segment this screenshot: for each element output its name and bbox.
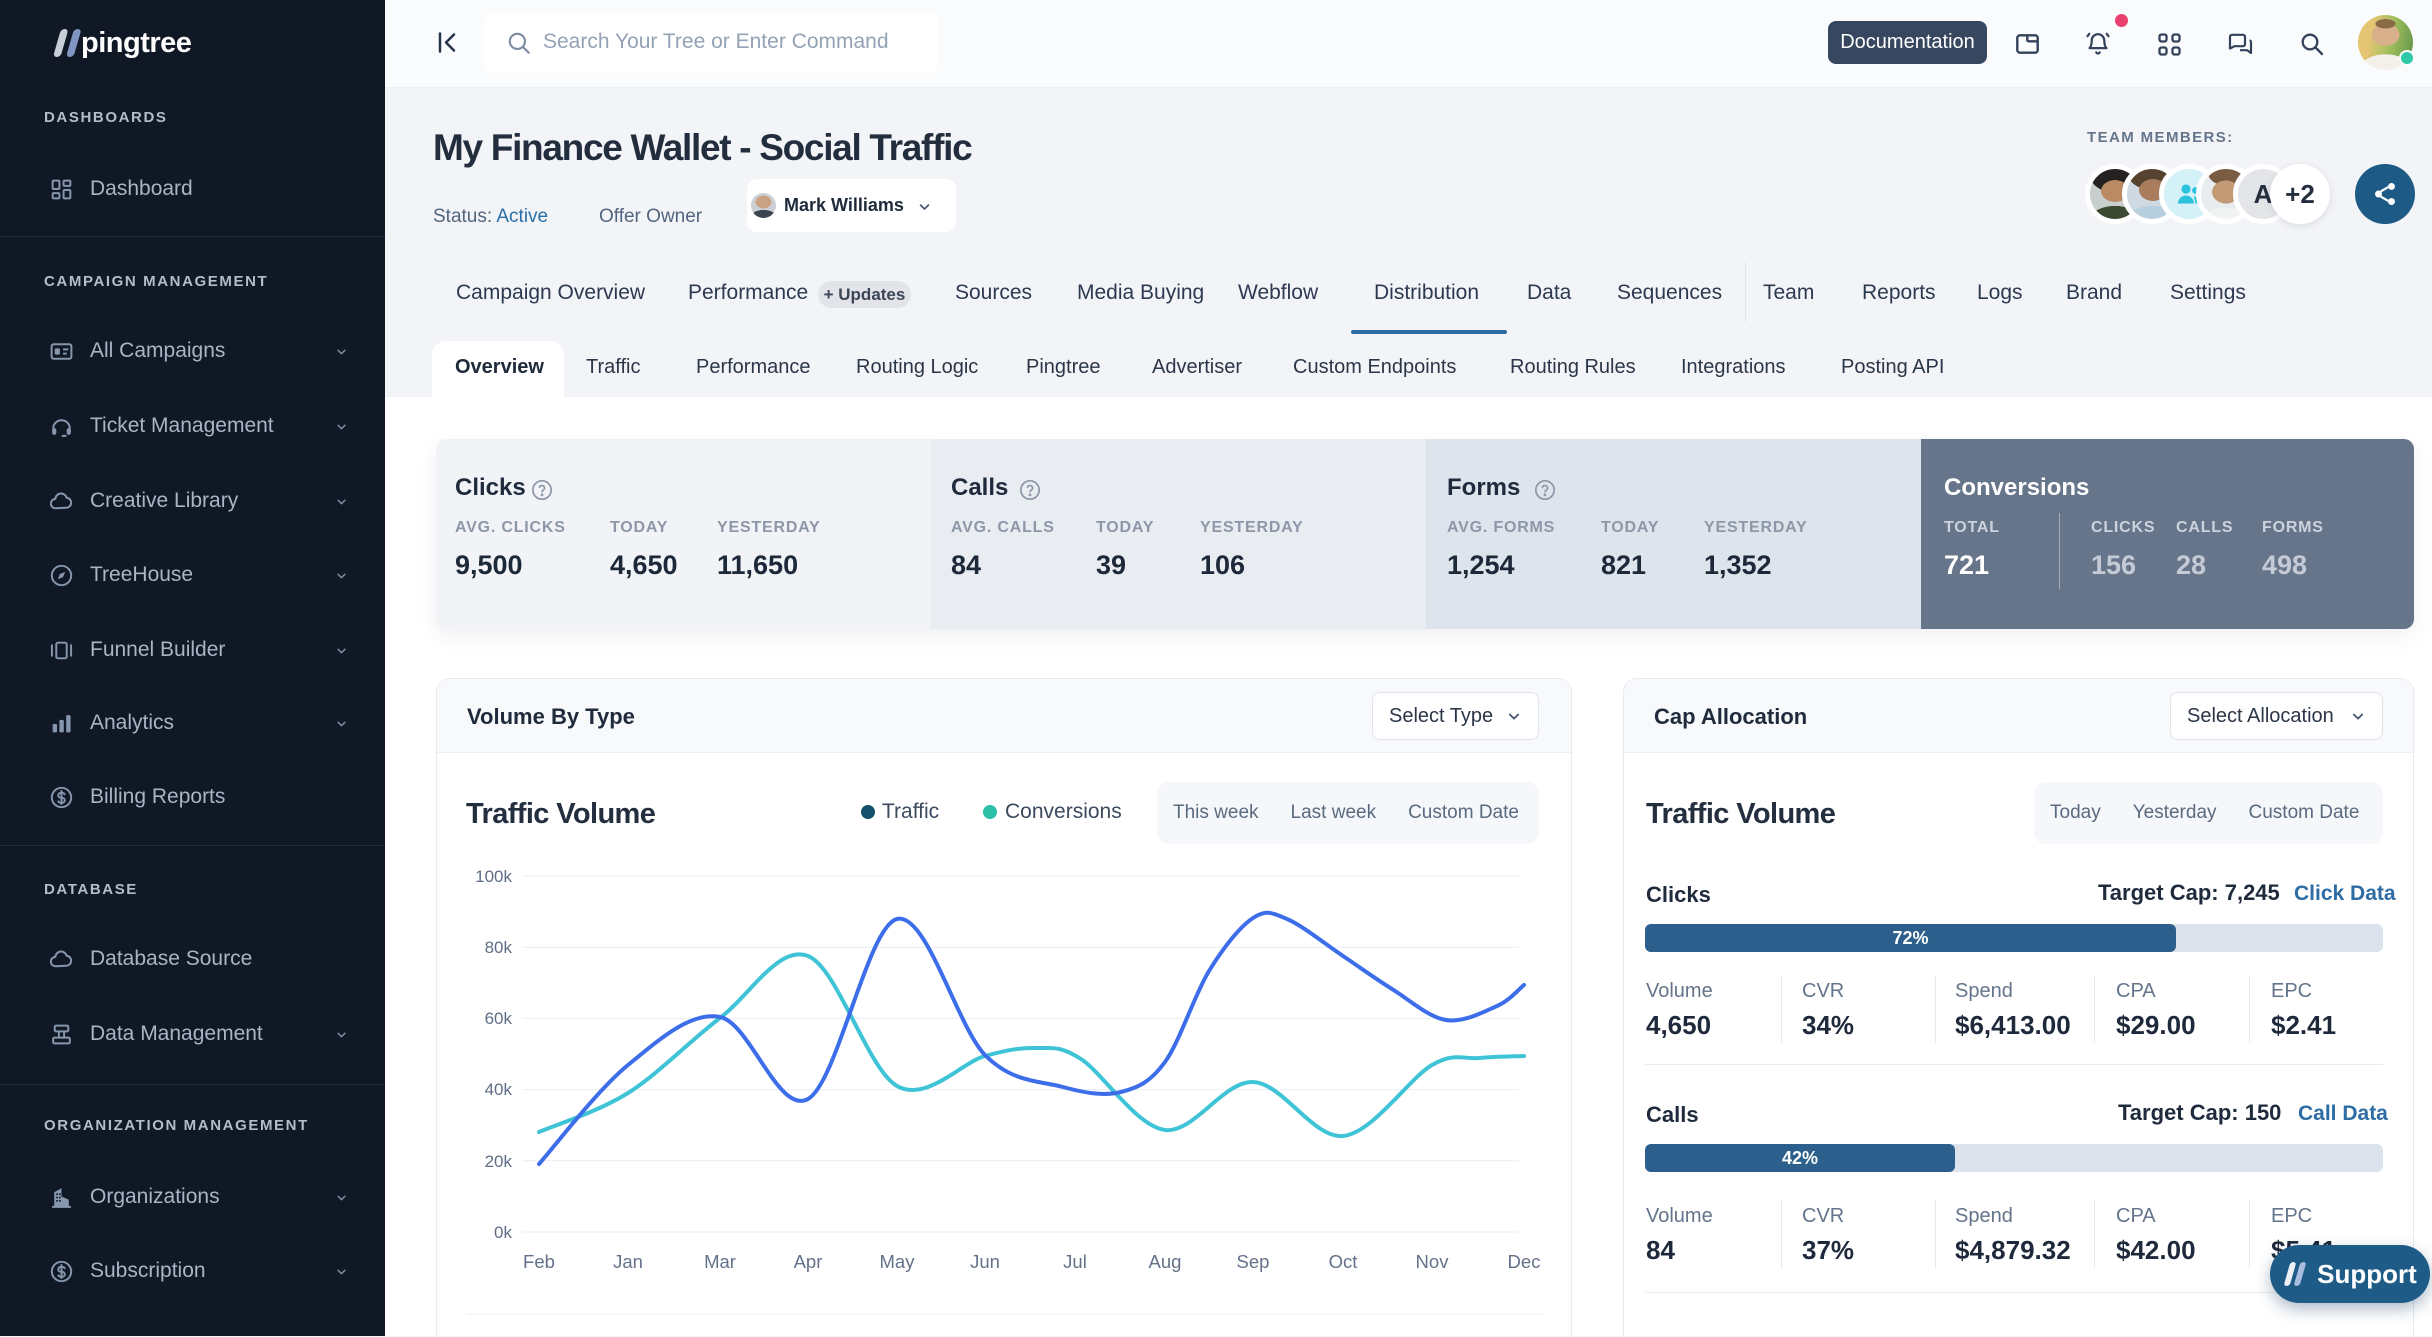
svg-text:0k: 0k (494, 1223, 512, 1242)
svg-text:Apr: Apr (794, 1251, 823, 1272)
svg-text:Aug: Aug (1149, 1251, 1182, 1272)
svg-text:100k: 100k (475, 867, 512, 886)
svg-text:60k: 60k (485, 1009, 513, 1028)
svg-text:Mar: Mar (704, 1251, 736, 1272)
svg-text:Jul: Jul (1063, 1251, 1087, 1272)
svg-text:Oct: Oct (1329, 1251, 1358, 1272)
svg-text:Jan: Jan (613, 1251, 643, 1272)
svg-text:Jun: Jun (970, 1251, 1000, 1272)
svg-text:20k: 20k (485, 1152, 513, 1171)
svg-text:40k: 40k (485, 1080, 513, 1099)
svg-text:May: May (880, 1251, 916, 1272)
svg-text:pingtree: pingtree (81, 27, 192, 59)
svg-text:Dec: Dec (1508, 1251, 1541, 1272)
svg-text:Sep: Sep (1237, 1251, 1270, 1272)
svg-text:80k: 80k (485, 938, 513, 957)
svg-text:Nov: Nov (1416, 1251, 1450, 1272)
svg-text:Feb: Feb (523, 1251, 555, 1272)
